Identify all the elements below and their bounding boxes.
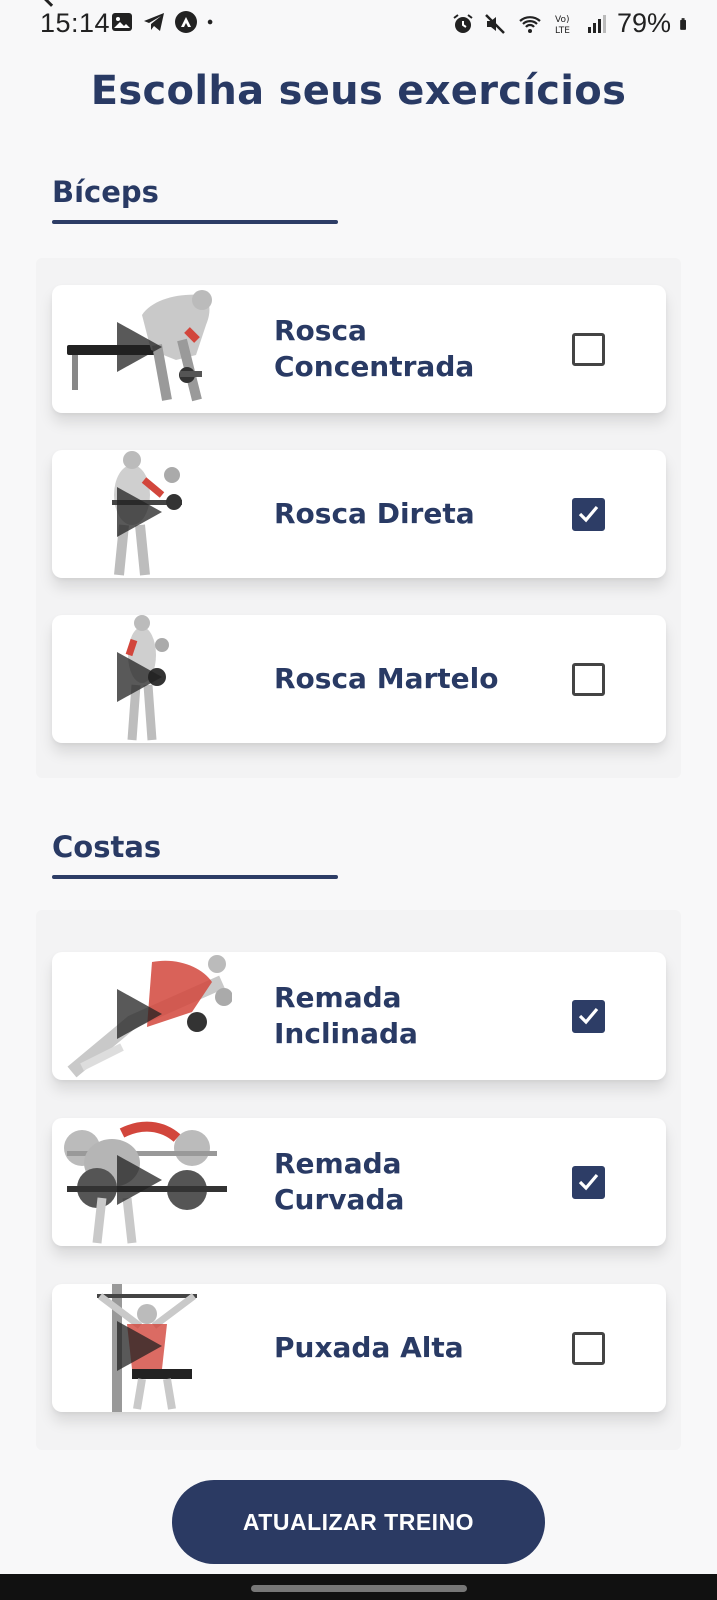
exercise-thumbnail: [52, 450, 232, 578]
exercise-checkbox[interactable]: [572, 1000, 605, 1033]
exercise-checkbox[interactable]: [572, 498, 605, 531]
exercise-label: Puxada Alta: [274, 1331, 464, 1364]
section-costas: Costas Remada Inclinada Remada Curvada P…: [36, 815, 681, 1455]
exercise-card[interactable]: Rosca Direta: [52, 450, 666, 578]
exercise-label: Remada Inclinada: [274, 981, 418, 1050]
exercise-label: Rosca Martelo: [274, 662, 499, 695]
exercise-checkbox[interactable]: [572, 333, 605, 366]
image-icon: [112, 13, 132, 31]
check-icon: [578, 505, 599, 523]
svg-text:Vo): Vo): [555, 15, 569, 25]
exercise-card[interactable]: Rosca Concentrada: [52, 285, 666, 413]
exercise-card[interactable]: Remada Inclinada: [52, 952, 666, 1080]
signal-icon: [587, 14, 606, 33]
telegram-icon: [144, 13, 164, 31]
volte-icon: Vo)LTE: [555, 15, 570, 36]
update-workout-button[interactable]: ATUALIZAR TREINO: [172, 1480, 545, 1564]
section-underline: [52, 875, 338, 879]
exercise-checkbox[interactable]: [572, 663, 605, 696]
back-arrow-icon[interactable]: [41, 0, 61, 7]
exercise-thumbnail: [52, 615, 232, 743]
exercise-checkbox[interactable]: [572, 1166, 605, 1199]
exercise-label: Remada Curvada: [274, 1147, 405, 1216]
wifi-icon: [519, 15, 541, 33]
battery-icon: [680, 17, 686, 30]
exercise-card[interactable]: Rosca Martelo: [52, 615, 666, 743]
dot-icon: [207, 19, 213, 25]
app-icon: [175, 11, 197, 33]
status-right-icons: Vo) LTE 79%: [451, 8, 693, 39]
check-icon: [578, 1173, 599, 1191]
exercise-label: Rosca Direta: [274, 497, 475, 530]
navigation-bar: [0, 1574, 717, 1600]
page-title: Escolha seus exercícios: [90, 68, 627, 114]
status-bar: 15:14 Vo) LTE 79%: [0, 0, 717, 46]
exercise-thumbnail: [52, 1284, 232, 1412]
exercise-thumbnail: [52, 1118, 232, 1246]
section-underline: [52, 220, 338, 224]
exercise-checkbox[interactable]: [572, 1332, 605, 1365]
alarm-icon: [453, 13, 473, 33]
section-title: Costas: [52, 830, 162, 864]
status-time: 15:14: [40, 8, 111, 38]
section-title: Bíceps: [52, 175, 159, 209]
exercise-card[interactable]: Puxada Alta: [52, 1284, 666, 1412]
svg-text:LTE: LTE: [555, 26, 570, 36]
check-icon: [578, 1007, 599, 1025]
battery-percent: 79%: [616, 8, 671, 38]
home-gesture-handle[interactable]: [251, 1585, 467, 1592]
status-left-icons: [110, 10, 220, 34]
exercise-card[interactable]: Remada Curvada: [52, 1118, 666, 1246]
exercise-thumbnail: [52, 285, 232, 413]
mute-icon: [485, 13, 505, 34]
section-biceps: Bíceps Rosca Concentrada Rosca Direta Ro…: [36, 160, 681, 780]
exercise-label: Rosca Concentrada: [274, 314, 475, 383]
exercise-thumbnail: [52, 952, 232, 1080]
